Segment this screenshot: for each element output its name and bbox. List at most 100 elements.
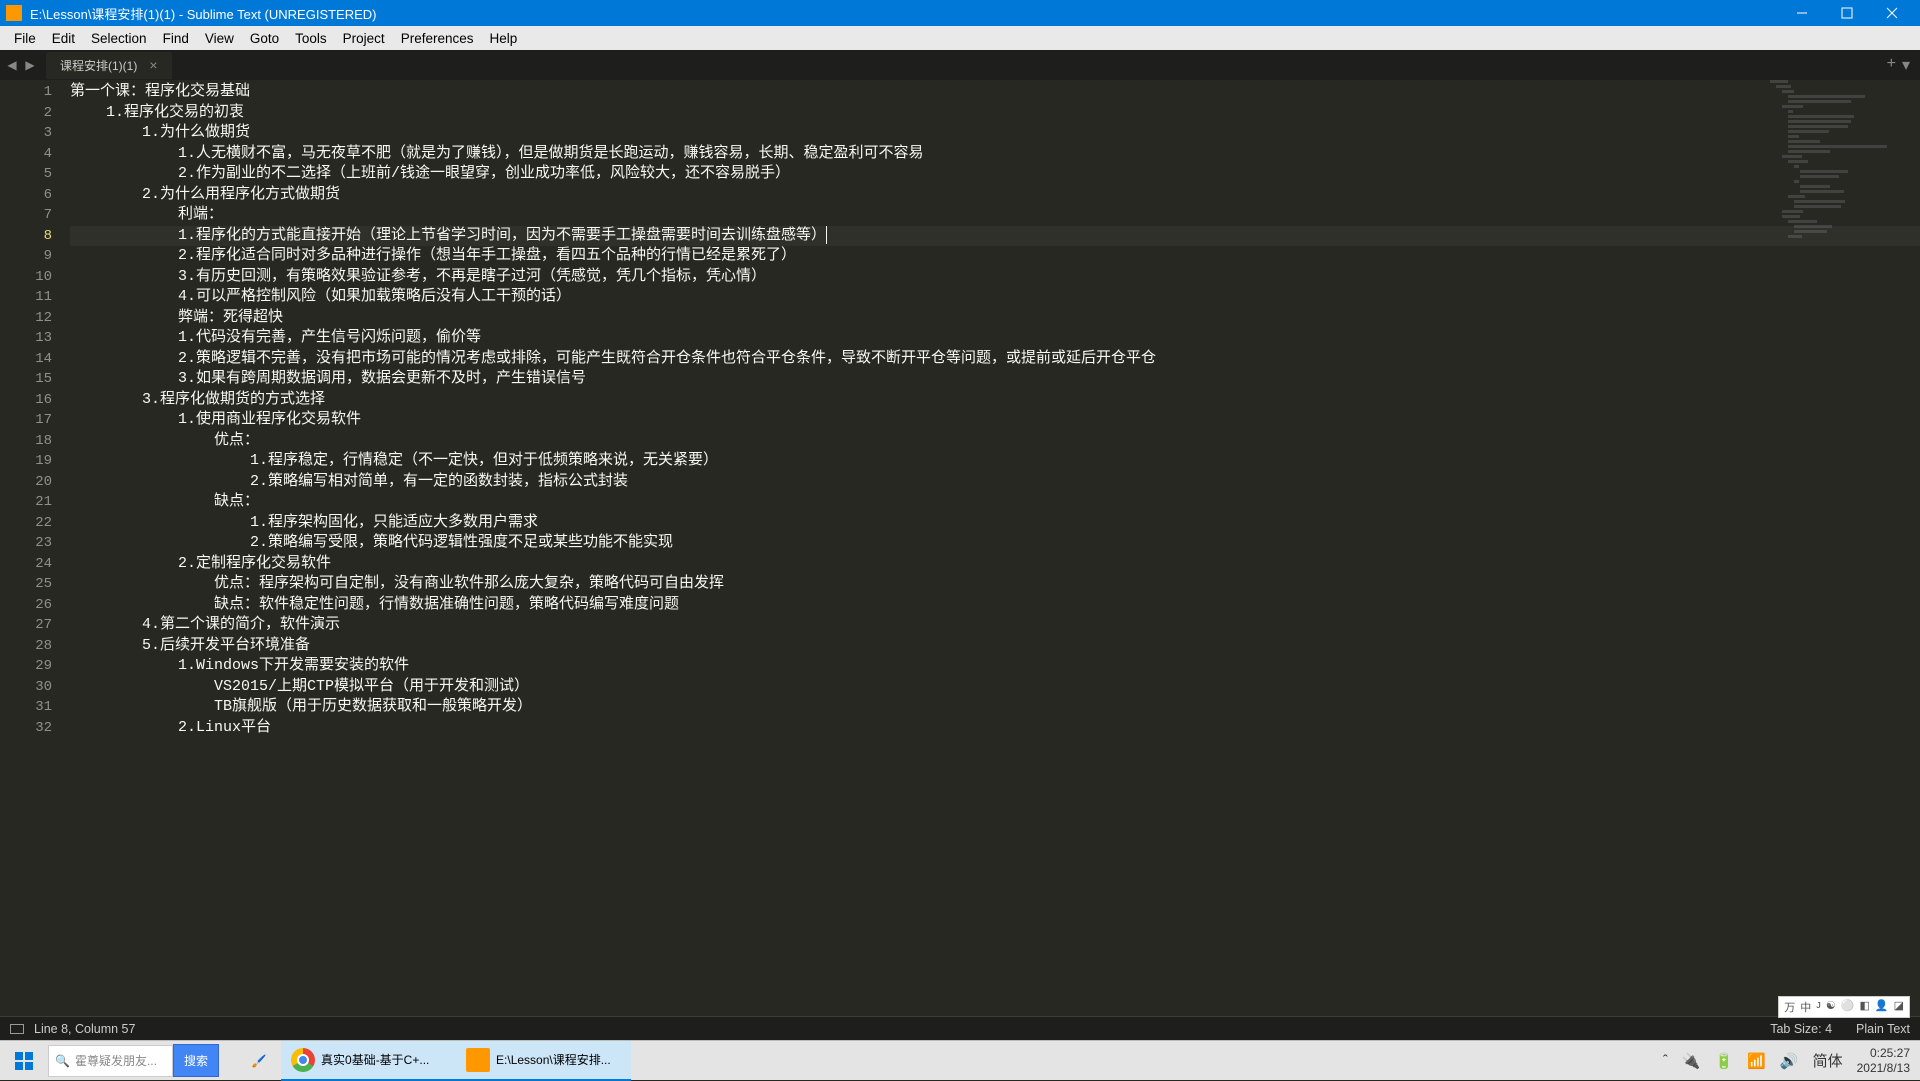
ime-widget-char[interactable]: ⚪ xyxy=(1840,999,1856,1015)
code-line[interactable]: 2.策略编写受限，策略代码逻辑性强度不足或某些功能不能实现 xyxy=(70,533,1920,554)
line-number[interactable]: 7 xyxy=(0,205,52,226)
menu-edit[interactable]: Edit xyxy=(44,29,83,48)
ime-widget-char[interactable]: ☯ xyxy=(1825,999,1837,1015)
new-tab-icon[interactable]: + xyxy=(1887,55,1896,75)
code-line[interactable]: 2.为什么用程序化方式做期货 xyxy=(70,185,1920,206)
line-number[interactable]: 15 xyxy=(0,369,52,390)
battery-icon[interactable]: 🔋 xyxy=(1715,1052,1734,1070)
line-number[interactable]: 17 xyxy=(0,410,52,431)
ime-widget-char[interactable]: ᴊ xyxy=(1815,999,1822,1015)
menu-view[interactable]: View xyxy=(197,29,242,48)
code-line[interactable]: 优点：程序架构可自定制，没有商业软件那么庞大复杂，策略代码可自由发挥 xyxy=(70,574,1920,595)
code-line[interactable]: 利端： xyxy=(70,205,1920,226)
ime-widget-char[interactable]: 👤 xyxy=(1874,999,1890,1015)
panel-toggle-icon[interactable] xyxy=(10,1024,24,1034)
line-number[interactable]: 29 xyxy=(0,656,52,677)
syntax-selector[interactable]: Plain Text xyxy=(1856,1022,1910,1036)
code-line[interactable]: 1.为什么做期货 xyxy=(70,123,1920,144)
code-line[interactable]: 缺点： xyxy=(70,492,1920,513)
menu-preferences[interactable]: Preferences xyxy=(393,29,482,48)
line-number[interactable]: 32 xyxy=(0,718,52,739)
code-line[interactable]: 1.Windows下开发需要安装的软件 xyxy=(70,656,1920,677)
taskbar-paint-icon[interactable]: 🖌️ xyxy=(237,1041,281,1081)
code-line[interactable]: 2.策略逻辑不完善，没有把市场可能的情况考虑或排除，可能产生既符合开仓条件也符合… xyxy=(70,349,1920,370)
code-line[interactable]: 缺点：软件稳定性问题，行情数据准确性问题，策略代码编写难度问题 xyxy=(70,595,1920,616)
line-number[interactable]: 13 xyxy=(0,328,52,349)
cursor-position[interactable]: Line 8, Column 57 xyxy=(34,1022,135,1036)
line-number[interactable]: 1 xyxy=(0,82,52,103)
line-number[interactable]: 2 xyxy=(0,103,52,124)
close-button[interactable] xyxy=(1869,0,1914,26)
line-number[interactable]: 30 xyxy=(0,677,52,698)
taskbar-search-button[interactable]: 搜索 xyxy=(173,1044,219,1077)
code-line[interactable]: 1.程序化的方式能直接开始（理论上节省学习时间，因为不需要手工操盘需要时间去训练… xyxy=(70,226,1920,247)
code-line[interactable]: 第一个课：程序化交易基础 xyxy=(70,82,1920,103)
code-line[interactable]: 4.可以严格控制风险（如果加载策略后没有人工干预的话） xyxy=(70,287,1920,308)
menu-selection[interactable]: Selection xyxy=(83,29,155,48)
start-button[interactable] xyxy=(0,1041,48,1081)
tab-forward-button[interactable]: ▶ xyxy=(22,57,38,73)
line-number[interactable]: 31 xyxy=(0,697,52,718)
menu-help[interactable]: Help xyxy=(482,29,526,48)
tab-close-icon[interactable]: × xyxy=(149,57,157,73)
line-number[interactable]: 20 xyxy=(0,472,52,493)
code-editor[interactable]: 第一个课：程序化交易基础 1.程序化交易的初衷 1.为什么做期货 1.人无横财不… xyxy=(70,80,1920,1016)
code-line[interactable]: 1.使用商业程序化交易软件 xyxy=(70,410,1920,431)
menu-tools[interactable]: Tools xyxy=(287,29,335,48)
menu-goto[interactable]: Goto xyxy=(242,29,287,48)
line-number[interactable]: 4 xyxy=(0,144,52,165)
code-line[interactable]: TB旗舰版（用于历史数据获取和一般策略开发） xyxy=(70,697,1920,718)
code-line[interactable]: 优点： xyxy=(70,431,1920,452)
line-number[interactable]: 12 xyxy=(0,308,52,329)
line-number[interactable]: 9 xyxy=(0,246,52,267)
line-number[interactable]: 10 xyxy=(0,267,52,288)
code-line[interactable]: 2.定制程序化交易软件 xyxy=(70,554,1920,575)
line-number[interactable]: 16 xyxy=(0,390,52,411)
code-line[interactable]: 1.程序化交易的初衷 xyxy=(70,103,1920,124)
line-number[interactable]: 26 xyxy=(0,595,52,616)
taskbar-search-input[interactable]: 🔍 霍尊疑发朋友... xyxy=(48,1045,173,1077)
code-line[interactable]: 2.程序化适合同时对多品种进行操作（想当年手工操盘，看四五个品种的行情已经是累死… xyxy=(70,246,1920,267)
taskbar-chrome-window[interactable]: 真实0基础-基于C+... xyxy=(281,1041,456,1081)
line-number[interactable]: 18 xyxy=(0,431,52,452)
code-line[interactable]: 2.作为副业的不二选择（上班前/钱途一眼望穿，创业成功率低，风险较大，还不容易脱… xyxy=(70,164,1920,185)
tab-back-button[interactable]: ◀ xyxy=(4,57,20,73)
menu-file[interactable]: File xyxy=(6,29,44,48)
line-number[interactable]: 22 xyxy=(0,513,52,534)
ime-widget-char[interactable]: 万 xyxy=(1783,999,1796,1015)
code-line[interactable]: 1.程序稳定，行情稳定（不一定快，但对于低频策略来说，无关紧要） xyxy=(70,451,1920,472)
code-line[interactable]: 弊端：死得超快 xyxy=(70,308,1920,329)
code-line[interactable]: 1.人无横财不富，马无夜草不肥（就是为了赚钱），但是做期货是长跑运动，赚钱容易，… xyxy=(70,144,1920,165)
line-number[interactable]: 5 xyxy=(0,164,52,185)
line-number[interactable]: 23 xyxy=(0,533,52,554)
line-number[interactable]: 21 xyxy=(0,492,52,513)
line-number[interactable]: 24 xyxy=(0,554,52,575)
line-number[interactable]: 28 xyxy=(0,636,52,657)
tab-size-selector[interactable]: Tab Size: 4 xyxy=(1770,1022,1832,1036)
code-line[interactable]: VS2015/上期CTP模拟平台（用于开发和测试） xyxy=(70,677,1920,698)
minimap[interactable] xyxy=(1770,80,1920,750)
code-line[interactable]: 3.程序化做期货的方式选择 xyxy=(70,390,1920,411)
ime-widget-char[interactable]: ◪ xyxy=(1893,999,1905,1015)
maximize-button[interactable] xyxy=(1824,0,1869,26)
minimize-button[interactable] xyxy=(1779,0,1824,26)
code-line[interactable]: 2.Linux平台 xyxy=(70,718,1920,739)
line-number[interactable]: 8 xyxy=(0,226,52,247)
taskbar-sublime-window[interactable]: E:\Lesson\课程安排... xyxy=(456,1041,631,1081)
tray-chevron-icon[interactable]: ˆ xyxy=(1663,1052,1668,1069)
menu-find[interactable]: Find xyxy=(155,29,197,48)
line-number[interactable]: 6 xyxy=(0,185,52,206)
ime-indicator[interactable]: 简体 xyxy=(1813,1050,1843,1071)
line-number[interactable]: 25 xyxy=(0,574,52,595)
code-line[interactable]: 3.如果有跨周期数据调用，数据会更新不及时，产生错误信号 xyxy=(70,369,1920,390)
taskbar-clock[interactable]: 0:25:27 2021/8/13 xyxy=(1857,1046,1910,1075)
code-line[interactable]: 5.后续开发平台环境准备 xyxy=(70,636,1920,657)
code-line[interactable]: 2.策略编写相对简单，有一定的函数封装，指标公式封装 xyxy=(70,472,1920,493)
line-number[interactable]: 27 xyxy=(0,615,52,636)
usb-icon[interactable]: 🔌 xyxy=(1682,1052,1701,1070)
line-number[interactable]: 14 xyxy=(0,349,52,370)
ime-widget-char[interactable]: ◧ xyxy=(1858,999,1870,1015)
wifi-icon[interactable]: 📶 xyxy=(1747,1052,1766,1070)
tab-menu-icon[interactable]: ▾ xyxy=(1902,55,1910,75)
code-line[interactable]: 4.第二个课的简介，软件演示 xyxy=(70,615,1920,636)
